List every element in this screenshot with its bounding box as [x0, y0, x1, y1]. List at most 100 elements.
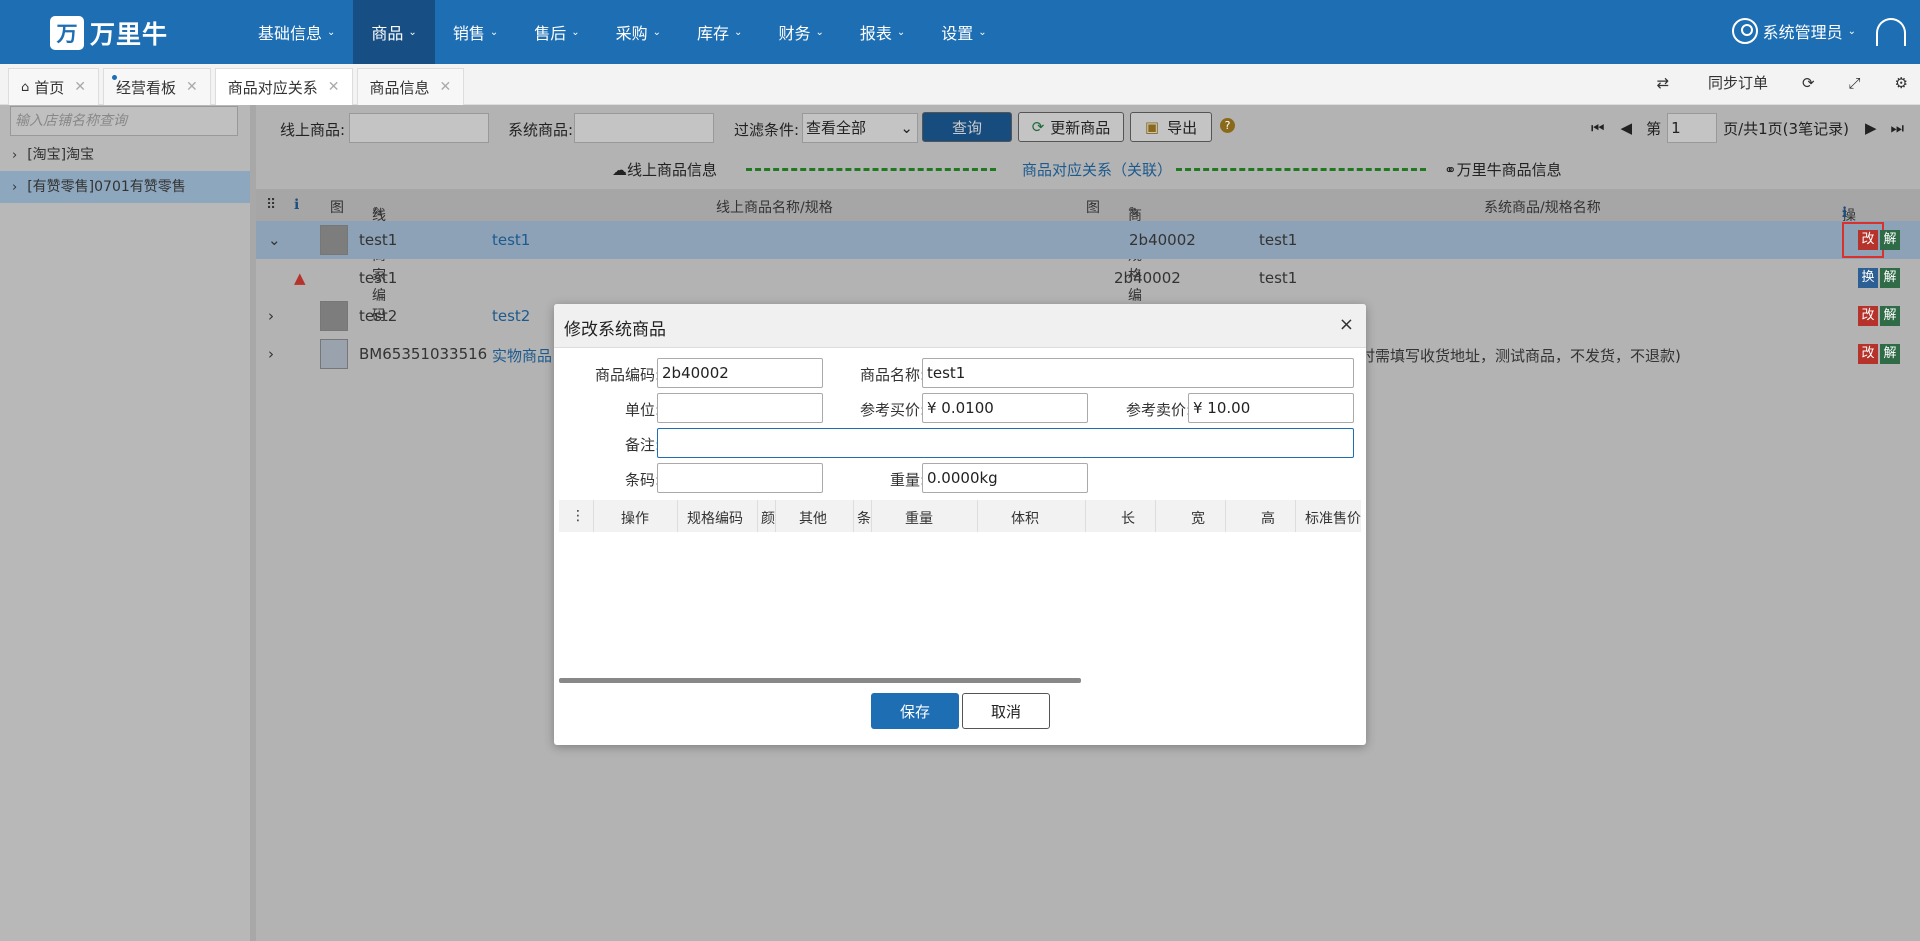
- tab-label: 首页: [34, 78, 65, 97]
- online-goods-link[interactable]: test2: [492, 307, 530, 325]
- unbind-button[interactable]: 解: [1880, 306, 1900, 326]
- top-navigation-bar: 万 万里牛 基础信息 ⌄ 商品 ⌄ 销售 ⌄ 售后 ⌄ 采购 ⌄ 库存 ⌄ 财务 ⌄ 报表 ⌄ …: [0, 0, 1920, 64]
- ref-sell-price-input[interactable]: ¥ 10.00: [1188, 393, 1354, 423]
- change-button[interactable]: 改: [1858, 306, 1878, 326]
- tab-goods-info[interactable]: 商品信息 ✕: [356, 68, 465, 105]
- product-thumbnail: [320, 225, 348, 255]
- nav-settings[interactable]: 设置 ⌄: [923, 0, 1004, 64]
- product-thumbnail: [320, 301, 348, 331]
- legend-mapping: 商品对应关系（关联）: [1022, 161, 1173, 179]
- info-icon: ℹ: [294, 197, 300, 213]
- collapse-icon[interactable]: ⌄: [268, 231, 281, 249]
- last-page-icon[interactable]: ⏭: [1890, 119, 1904, 137]
- shop-item-youzan[interactable]: › [有赞零售]0701有赞零售: [0, 171, 250, 203]
- chevron-down-icon: ⌄: [408, 26, 417, 38]
- nav-goods[interactable]: 商品 ⌄: [353, 0, 435, 64]
- tab-goods-mapping[interactable]: 商品对应关系 ✕: [214, 68, 353, 105]
- system-goods-input[interactable]: [574, 113, 714, 143]
- headset-icon[interactable]: [1876, 18, 1906, 46]
- nav-aftersale[interactable]: 售后 ⌄: [516, 0, 597, 64]
- brand-logo[interactable]: 万 万里牛: [50, 15, 168, 51]
- remark-input[interactable]: [657, 428, 1354, 458]
- merchant-code: test1: [359, 231, 398, 249]
- next-page-icon[interactable]: ▶: [1865, 119, 1877, 137]
- link-icon: ⚭: [1444, 161, 1457, 179]
- tab-dashboard[interactable]: 经营看板 ✕: [103, 68, 211, 105]
- close-icon[interactable]: ✕: [328, 79, 340, 95]
- nav-inventory[interactable]: 库存 ⌄: [679, 0, 760, 64]
- expand-icon[interactable]: ›: [268, 307, 274, 325]
- unit-input[interactable]: [657, 393, 823, 423]
- expand-icon[interactable]: ›: [268, 345, 274, 363]
- prev-page-icon[interactable]: ◀: [1621, 119, 1633, 137]
- unbind-button[interactable]: 解: [1880, 344, 1900, 364]
- nav-basic-info[interactable]: 基础信息 ⌄: [240, 0, 353, 64]
- home-icon: ⌂: [21, 79, 30, 95]
- shop-search-input[interactable]: 输入店铺名称查询: [10, 106, 238, 136]
- close-icon[interactable]: ✕: [440, 79, 452, 95]
- tab-home[interactable]: ⌂ 首页 ✕: [8, 68, 100, 105]
- col-std-price: 标准售价: [1305, 511, 1361, 527]
- replace-button[interactable]: 换: [1858, 268, 1878, 288]
- change-button[interactable]: 改: [1858, 344, 1878, 364]
- help-icon[interactable]: ?: [1220, 118, 1235, 133]
- close-icon[interactable]: ✕: [186, 79, 198, 95]
- online-goods-link[interactable]: test1: [492, 231, 530, 249]
- unread-dot: [112, 75, 118, 80]
- unit-label: 单位:: [624, 401, 660, 419]
- grid-menu-icon[interactable]: ⋮: [571, 508, 585, 524]
- weight-input[interactable]: 0.0000kg: [922, 463, 1088, 493]
- shop-item-taobao[interactable]: › [淘宝]淘宝: [0, 139, 250, 171]
- close-icon[interactable]: ✕: [74, 79, 86, 95]
- fullscreen-icon[interactable]: ⤢: [1849, 74, 1861, 92]
- close-icon[interactable]: ×: [1339, 314, 1354, 335]
- settings-gear-icon[interactable]: ⚙: [1895, 74, 1908, 92]
- legend-online: ☁线上商品信息: [612, 159, 717, 180]
- user-menu[interactable]: 系统管理员 ⌄: [1731, 18, 1856, 44]
- goods-name-input[interactable]: test1: [922, 358, 1354, 388]
- page-number-input[interactable]: 1: [1667, 113, 1718, 143]
- unbind-button[interactable]: 解: [1880, 230, 1900, 250]
- goods-code-input[interactable]: 2b40002: [657, 358, 823, 388]
- table-row[interactable]: ▲ test1 2b40002 test1 换 解: [256, 259, 1920, 297]
- change-button[interactable]: 改: [1858, 230, 1878, 250]
- main-menu: 基础信息 ⌄ 商品 ⌄ 销售 ⌄ 售后 ⌄ 采购 ⌄ 库存 ⌄ 财务 ⌄ 报表 ⌄ 设置 ⌄: [240, 0, 1005, 64]
- query-button[interactable]: 查询: [922, 112, 1012, 142]
- chevron-right-icon: ›: [12, 148, 18, 163]
- spec-grid-header: ⋮ 操作 规格编码 颜 其他 条 重量 体积 长 宽 高 标准售价: [559, 500, 1361, 532]
- shop-label: [有赞零售]0701有赞零售: [27, 179, 186, 195]
- export-button[interactable]: ▣ 导出: [1130, 112, 1212, 142]
- cloud-icon: ☁: [612, 161, 627, 179]
- refresh-icon[interactable]: ⟳: [1802, 74, 1815, 92]
- pagination: ⏮ ◀ 第 1 页/共1页(3笔记录) ▶ ⏭: [1591, 113, 1904, 143]
- nav-sales[interactable]: 销售 ⌄: [435, 0, 516, 64]
- nav-purchase[interactable]: 采购 ⌄: [598, 0, 679, 64]
- online-goods-input[interactable]: [349, 113, 489, 143]
- pager-prefix: 第: [1646, 119, 1662, 138]
- sync-orders-button[interactable]: ⇄ 同步订单: [1623, 72, 1768, 93]
- save-button[interactable]: 保存: [871, 693, 959, 729]
- legend-divider: [1176, 168, 1426, 171]
- user-name: 系统管理员: [1762, 23, 1843, 42]
- filter-condition-select[interactable]: 查看全部 ⌄: [802, 113, 918, 143]
- horizontal-scrollbar[interactable]: [559, 678, 1081, 683]
- merchant-code: test1: [359, 269, 398, 287]
- col-width: 宽: [1191, 511, 1205, 527]
- nav-label: 销售: [452, 24, 485, 43]
- online-goods-link[interactable]: 实物商品: [492, 345, 552, 366]
- table-row[interactable]: ⌄ test1 test1 2b40002 test1 改 解: [256, 221, 1920, 259]
- nav-label: 库存: [697, 24, 730, 43]
- nav-reports[interactable]: 报表 ⌄: [842, 0, 923, 64]
- shop-sidebar: 输入店铺名称查询 › [淘宝]淘宝 › [有赞零售]0701有赞零售: [0, 105, 256, 941]
- sku-code: 2b40002: [1114, 269, 1181, 287]
- unbind-button[interactable]: 解: [1880, 268, 1900, 288]
- col-image-system: 图: [1086, 200, 1100, 216]
- update-goods-button[interactable]: ⟳ 更新商品: [1018, 112, 1124, 142]
- product-thumbnail: [320, 339, 348, 369]
- nav-finance[interactable]: 财务 ⌄: [760, 0, 841, 64]
- cancel-button[interactable]: 取消: [962, 693, 1050, 729]
- grid-menu-icon[interactable]: ⠿: [266, 197, 276, 213]
- ref-buy-price-input[interactable]: ¥ 0.0100: [922, 393, 1088, 423]
- barcode-input[interactable]: [657, 463, 823, 493]
- first-page-icon[interactable]: ⏮: [1591, 119, 1605, 137]
